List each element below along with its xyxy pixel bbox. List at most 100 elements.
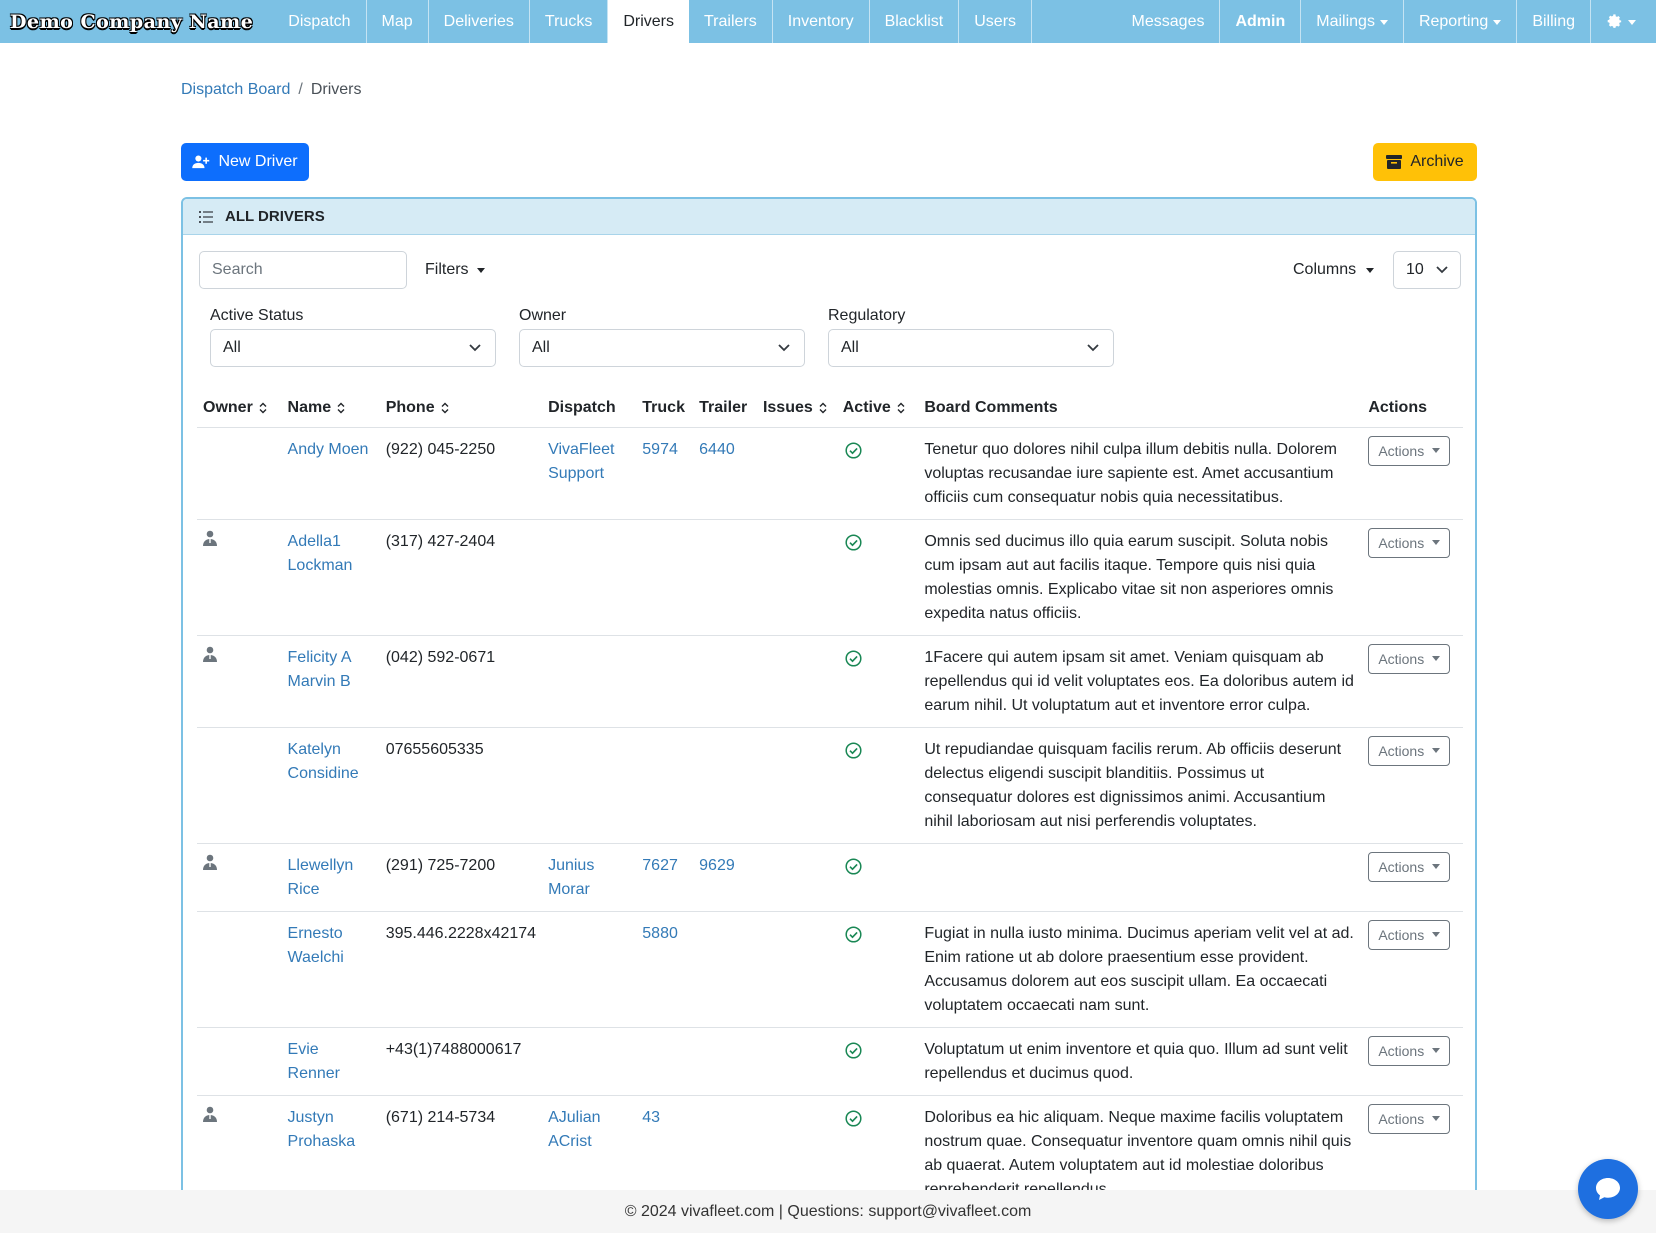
nav-billing[interactable]: Billing — [1517, 0, 1591, 43]
search-input[interactable] — [199, 251, 407, 289]
trailer-link[interactable]: 9629 — [699, 857, 735, 874]
driver-name-link[interactable]: Evie Renner — [288, 1041, 340, 1082]
sort-icon — [819, 402, 827, 414]
trailer-link[interactable]: 6440 — [699, 441, 735, 458]
row-actions-button[interactable]: Actions — [1368, 735, 1451, 766]
row-actions-button[interactable]: Actions — [1368, 919, 1451, 950]
sort-icon — [441, 402, 449, 414]
cell-actions: Actions — [1362, 519, 1463, 636]
nav-inventory[interactable]: Inventory — [773, 0, 870, 43]
board-comment-text: 1Facere qui autem ipsam sit amet. Veniam… — [924, 648, 1354, 714]
cell-owner — [197, 635, 282, 728]
truck-link[interactable]: 43 — [642, 1109, 660, 1126]
caret-down-icon — [1432, 864, 1441, 869]
nav-drivers[interactable]: Drivers — [608, 0, 689, 43]
col-owner[interactable]: Owner — [197, 389, 282, 428]
row-actions-button[interactable]: Actions — [1368, 435, 1451, 466]
nav-trailers[interactable]: Trailers — [689, 0, 773, 43]
card-title: ALL DRIVERS — [225, 208, 325, 225]
per-page-value: 10 — [1406, 261, 1424, 278]
col-dispatch: Dispatch — [542, 389, 637, 428]
truck-link[interactable]: 7627 — [642, 857, 678, 874]
nav-trucks[interactable]: Trucks — [530, 0, 609, 43]
nav-mailings-label: Mailings — [1316, 12, 1375, 30]
driver-name-link[interactable]: Ernesto Waelchi — [288, 925, 344, 966]
table-row: Llewellyn Rice (291) 725-7200 Junius Morar… — [197, 843, 1463, 912]
row-actions-label: Actions — [1378, 1110, 1425, 1127]
caret-down-icon — [1493, 20, 1502, 25]
row-actions-button[interactable]: Actions — [1368, 643, 1451, 674]
cell-actions: Actions — [1362, 427, 1463, 520]
col-active[interactable]: Active — [836, 389, 919, 428]
nav-dispatch[interactable]: Dispatch — [273, 0, 367, 43]
row-actions-button[interactable]: Actions — [1368, 527, 1451, 558]
board-comment-text: Tenetur quo dolores nihil culpa illum de… — [924, 440, 1337, 506]
cell-owner — [197, 911, 282, 1028]
driver-name-link[interactable]: Andy Moen — [288, 441, 369, 458]
cell-issues — [756, 635, 837, 728]
sort-icon — [897, 402, 905, 414]
row-actions-label: Actions — [1378, 858, 1425, 875]
filters-button[interactable]: Filters — [413, 251, 497, 289]
col-phone[interactable]: Phone — [379, 389, 543, 428]
driver-name-link[interactable]: Felicity A Marvin B — [288, 649, 351, 690]
cell-active — [836, 727, 919, 844]
row-actions-button[interactable]: Actions — [1368, 851, 1451, 882]
per-page-select[interactable]: 10 — [1393, 251, 1461, 289]
nav-messages[interactable]: Messages — [1117, 0, 1221, 43]
cell-phone: (042) 592-0671 — [379, 635, 543, 728]
cell-phone: 395.446.2228x42174 — [379, 911, 543, 1028]
cell-owner — [197, 427, 282, 520]
col-name[interactable]: Name — [281, 389, 380, 428]
owner-user-icon — [203, 530, 217, 546]
driver-name-link[interactable]: Adella1 Lockman — [288, 533, 353, 574]
caret-down-icon — [1628, 20, 1636, 25]
row-actions-button[interactable]: Actions — [1368, 1103, 1451, 1134]
breadcrumb-dispatch-board[interactable]: Dispatch Board — [181, 81, 290, 99]
nav-blacklist[interactable]: Blacklist — [870, 0, 960, 43]
columns-label: Columns — [1293, 261, 1357, 278]
new-driver-button[interactable]: New Driver — [181, 143, 309, 181]
chat-button[interactable] — [1578, 1159, 1638, 1219]
col-board-comments: Board Comments — [918, 389, 1363, 428]
driver-name-link[interactable]: Justyn Prohaska — [288, 1109, 356, 1150]
cell-phone: (291) 725-7200 — [379, 843, 543, 912]
col-owner-label: Owner — [203, 398, 253, 416]
dispatch-link[interactable]: AJulian ACrist — [548, 1109, 600, 1150]
col-issues[interactable]: Issues — [756, 389, 837, 428]
row-actions-button[interactable]: Actions — [1368, 1035, 1451, 1066]
nav-deliveries[interactable]: Deliveries — [429, 0, 530, 43]
top-navbar: Demo Company Name Dispatch Map Deliveries T… — [0, 0, 1656, 43]
active-check-icon — [845, 925, 862, 943]
owner-select[interactable]: All — [519, 329, 805, 367]
cell-board-comment: Fugiat in nulla iusto minima. Ducimus ap… — [918, 911, 1363, 1028]
cell-active — [836, 1027, 919, 1096]
user-plus-icon — [192, 155, 210, 169]
settings-menu[interactable] — [1591, 0, 1656, 43]
nav-mailings[interactable]: Mailings — [1301, 0, 1404, 43]
dispatch-link[interactable]: Junius Morar — [548, 857, 594, 898]
board-comment-text: Omnis sed ducimus illo quia earum suscip… — [924, 532, 1334, 622]
archive-button[interactable]: Archive — [1373, 143, 1477, 181]
truck-link[interactable]: 5880 — [642, 925, 678, 942]
nav-admin[interactable]: Admin — [1220, 0, 1302, 43]
caret-down-icon — [1432, 656, 1441, 661]
regulatory-select[interactable]: All — [828, 329, 1114, 367]
driver-name-link[interactable]: Katelyn Considine — [288, 741, 359, 782]
cell-dispatch: VivaFleet Support — [542, 427, 637, 520]
brand-logo[interactable]: Demo Company Name — [0, 0, 273, 43]
cell-name: Ernesto Waelchi — [281, 911, 380, 1028]
active-check-icon — [845, 1041, 862, 1059]
columns-button[interactable]: Columns — [1281, 251, 1386, 289]
dispatch-link[interactable]: VivaFleet Support — [548, 441, 614, 482]
nav-reporting[interactable]: Reporting — [1404, 0, 1518, 43]
col-name-label: Name — [287, 398, 332, 416]
cell-active — [836, 519, 919, 636]
owner-filter-value: All — [532, 339, 550, 356]
driver-name-link[interactable]: Llewellyn Rice — [288, 857, 354, 898]
owner-user-icon — [203, 1106, 217, 1122]
truck-link[interactable]: 5974 — [642, 441, 678, 458]
active-status-select[interactable]: All — [210, 329, 496, 367]
nav-map[interactable]: Map — [367, 0, 429, 43]
nav-users[interactable]: Users — [959, 0, 1033, 43]
